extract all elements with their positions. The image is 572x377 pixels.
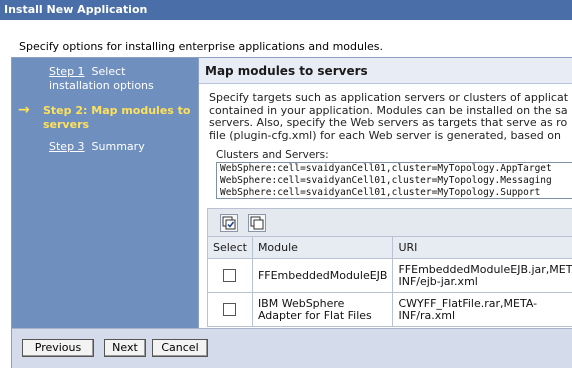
row-checkbox[interactable] (223, 303, 237, 316)
cancel-button[interactable]: Cancel (152, 339, 208, 357)
description-line: servers. Also, specify the Web servers a… (209, 116, 568, 129)
previous-button[interactable]: Previous (22, 339, 94, 357)
table-toolbar (207, 208, 572, 236)
table-row: FFEmbeddedModuleEJB FFEmbeddedModuleEJB.… (207, 258, 572, 293)
header-uri: URI (392, 236, 572, 259)
cluster-option[interactable]: WebSphere:cell=svaidyanCell01,cluster=My… (217, 187, 572, 198)
description-line: file (plugin-cfg.xml) for each Web serve… (209, 128, 561, 142)
step-2-number: Step 2: (43, 104, 88, 117)
panel-title: Map modules to servers (199, 58, 572, 84)
step-3-label: Summary (91, 140, 145, 153)
modules-table: Select Module URI FFEmbeddedModuleEJB FF… (207, 236, 572, 327)
row-checkbox[interactable] (223, 269, 237, 282)
steps-panel: Step 1 Select installation options → Ste… (12, 58, 198, 328)
clusters-label: Clusters and Servers: (216, 149, 329, 161)
step-1[interactable]: Step 1 Select installation options (49, 65, 189, 93)
table-header-row: Select Module URI (207, 236, 572, 259)
header-module: Module (251, 236, 394, 259)
deselect-all-icon[interactable] (248, 214, 266, 232)
main-panel: Map modules to servers Specify targets s… (198, 58, 572, 328)
module-cell: FFEmbeddedModuleEJB (251, 258, 394, 293)
intro-text: Specify options for installing enterpris… (19, 40, 384, 53)
uri-cell: CWYFF_FlatFile.rar,META-INF/ra.xml (392, 292, 572, 327)
uri-cell: FFEmbeddedModuleEJB.jar,META-INF/ejb-jar… (392, 258, 572, 293)
step-3-link[interactable]: Step 3 (49, 140, 85, 153)
header-select: Select (207, 236, 253, 259)
select-cell (207, 258, 253, 293)
panel-description: Specify targets such as application serv… (209, 92, 569, 142)
table-row: IBM WebSphere Adapter for Flat Files CWY… (207, 292, 572, 327)
step-1-link[interactable]: Step 1 (49, 65, 85, 78)
cluster-option[interactable]: WebSphere:cell=svaidyanCell01,cluster=My… (217, 175, 572, 187)
cluster-option[interactable]: WebSphere:cell=svaidyanCell01,cluster=My… (217, 163, 572, 175)
select-cell (207, 292, 253, 327)
window-title: Install New Application (0, 0, 572, 20)
module-cell: IBM WebSphere Adapter for Flat Files (251, 292, 394, 327)
wizard-button-bar: Previous Next Cancel (12, 328, 572, 368)
step-2-current: → Step 2: Map modules to servers (18, 103, 193, 132)
next-button[interactable]: Next (104, 339, 146, 357)
step-3[interactable]: Step 3 Summary (49, 140, 189, 154)
current-step-arrow-icon: → (18, 102, 30, 118)
select-all-icon[interactable] (220, 214, 238, 232)
description-line: Specify targets such as application serv… (209, 92, 569, 104)
clusters-listbox[interactable]: WebSphere:cell=svaidyanCell01,cluster=My… (216, 162, 572, 199)
